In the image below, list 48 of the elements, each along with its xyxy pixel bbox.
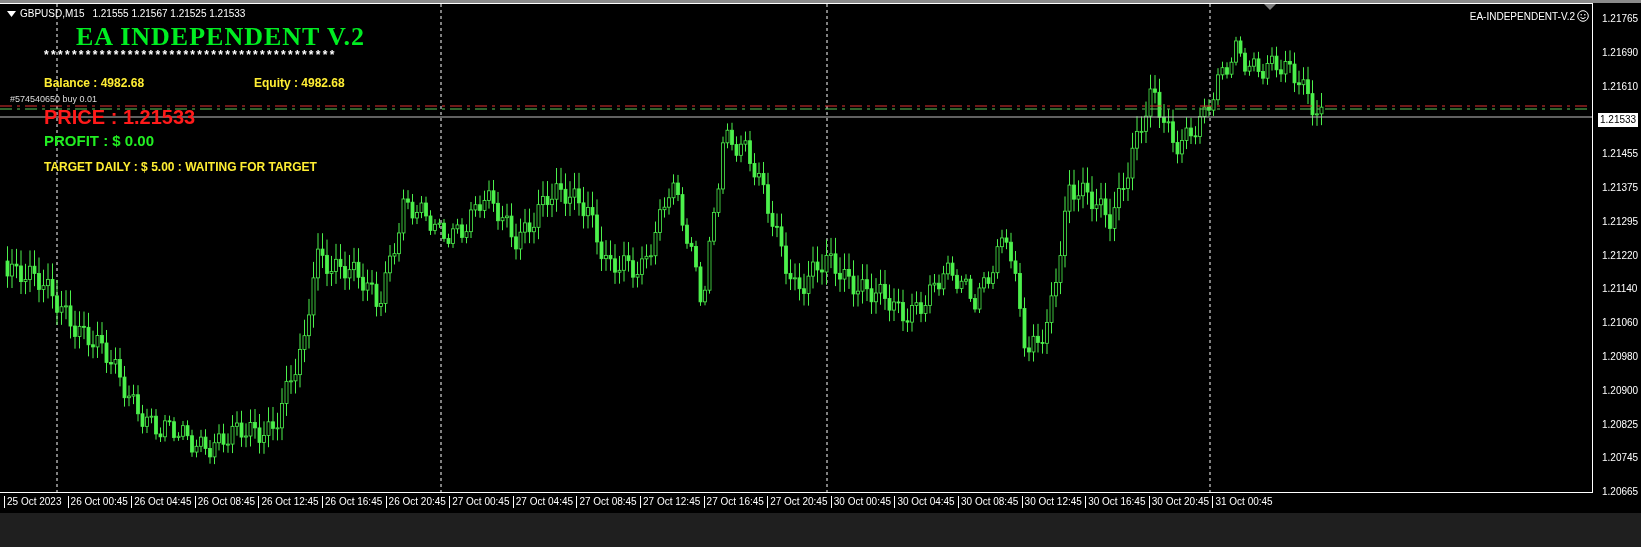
price-tick: 1.21455 — [1601, 147, 1640, 162]
caret-icon[interactable] — [7, 10, 16, 17]
time-tick: 26 Oct 20:45 — [385, 496, 446, 508]
time-tick: 26 Oct 08:45 — [194, 496, 256, 508]
time-tick: 26 Oct 16:45 — [322, 496, 383, 508]
time-tick: 31 Oct 00:45 — [1212, 496, 1273, 508]
price-tick: 1.21765 — [1601, 12, 1640, 26]
price-tick: 1.21375 — [1601, 181, 1640, 195]
time-tick: 30 Oct 20:45 — [1148, 496, 1210, 508]
time-tick: 26 Oct 00:45 — [67, 496, 128, 508]
price-tick: 1.20980 — [1601, 350, 1640, 364]
time-tick: 27 Oct 04:45 — [512, 496, 574, 508]
time-tick: 26 Oct 04:45 — [131, 496, 192, 508]
current-price-label: 1.21533 — [1598, 113, 1639, 128]
time-tick: 27 Oct 08:45 — [576, 496, 637, 508]
price-tick: 1.21610 — [1601, 79, 1640, 94]
time-tick: 25 Oct 2023 — [4, 496, 62, 508]
chart-quotes: 1.21555 1.21567 1.21525 1.21533 — [92, 8, 246, 19]
price-tick: 1.21140 — [1601, 282, 1639, 297]
time-tick: 30 Oct 04:45 — [894, 496, 955, 508]
chart-symbol: GBPUSD,M15 — [20, 8, 85, 19]
balance-text: Balance : 4982.68 — [44, 76, 146, 90]
price-tick: 1.21220 — [1601, 248, 1640, 263]
price-tick: 1.20665 — [1601, 485, 1640, 500]
time-tick: 27 Oct 12:45 — [640, 496, 701, 508]
smiley-icon — [1577, 10, 1589, 22]
expert-name: EA-INDEPENDENT-V.2 — [1469, 10, 1575, 22]
time-tick: 27 Oct 00:45 — [449, 496, 510, 508]
price-tick: 1.20825 — [1601, 417, 1640, 432]
profit-text: PROFIT : $ 0.00 — [44, 132, 156, 149]
target-text: TARGET DAILY : $ 5.00 : WAITING FOR TARGET — [44, 160, 318, 174]
time-tick: 27 Oct 16:45 — [703, 496, 764, 508]
price-tick: 1.20745 — [1601, 451, 1640, 466]
asterisk-separator: ****************************************** — [44, 50, 338, 60]
time-tick: 30 Oct 00:45 — [830, 496, 892, 508]
time-tick: 30 Oct 08:45 — [958, 496, 1019, 508]
price-tick: 1.21060 — [1601, 316, 1640, 331]
price-tick: 1.21295 — [1601, 214, 1640, 229]
price-tick: 1.20900 — [1601, 383, 1640, 398]
time-tick: 30 Oct 12:45 — [1021, 496, 1082, 508]
time-tick: 27 Oct 20:45 — [767, 496, 828, 508]
order-label: #574540650 buy 0.01 — [10, 94, 98, 104]
equity-text: Equity : 4982.68 — [254, 76, 345, 90]
price-tick: 1.21690 — [1601, 45, 1640, 60]
time-tick: 30 Oct 16:45 — [1085, 496, 1146, 508]
time-tick: 26 Oct 12:45 — [258, 496, 319, 508]
ea-title: EA INDEPENDENT V.2 — [76, 24, 365, 50]
price-text: PRICE : 1.21533 — [44, 106, 196, 128]
